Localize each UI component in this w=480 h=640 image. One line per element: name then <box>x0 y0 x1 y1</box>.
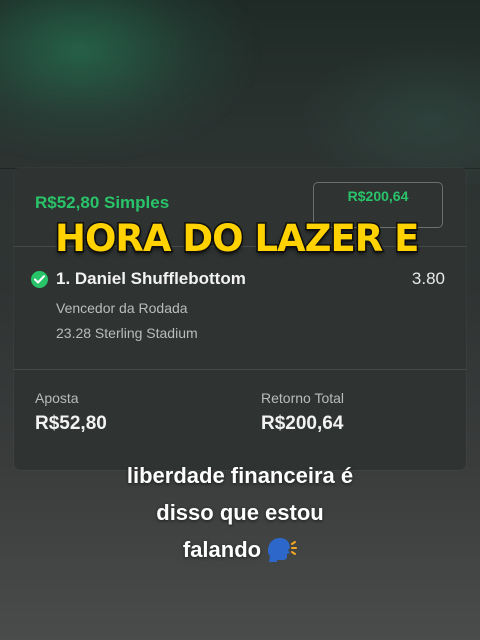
bet-type-header: R$52,80 Simples <box>35 193 170 212</box>
selection-name: 1. Daniel Shufflebottom <box>56 269 246 288</box>
caption-line-2: disso que estou <box>156 500 324 525</box>
background-glow <box>0 0 260 160</box>
speaking-head-icon <box>265 536 298 573</box>
event-name: 23.28 Sterling Stadium <box>56 325 198 341</box>
video-frame: R$52,80 Simples R$200,64 1. Daniel Shuff… <box>0 0 480 640</box>
stake-label: Aposta <box>35 390 79 406</box>
market-name: Vencedor da Rodada <box>56 300 188 316</box>
caption-line-3-wrap: falando <box>40 531 440 573</box>
return-button-value: R$200,64 <box>347 188 409 204</box>
overlay-banner-text: HORA DO LAZER E G <box>55 216 425 262</box>
caption-line-1: liberdade financeira é <box>126 463 354 488</box>
total-return-value: R$200,64 <box>261 413 344 434</box>
overlay-caption: liberdade financeira é disso que estou f… <box>40 457 440 573</box>
check-circle-icon <box>31 271 48 288</box>
caption-line-3: falando <box>182 537 262 562</box>
selection-odds: 3.80 <box>411 269 445 288</box>
stake-value: R$52,80 <box>35 413 107 434</box>
total-return-label: Retorno Total <box>261 390 345 406</box>
divider <box>14 369 466 370</box>
